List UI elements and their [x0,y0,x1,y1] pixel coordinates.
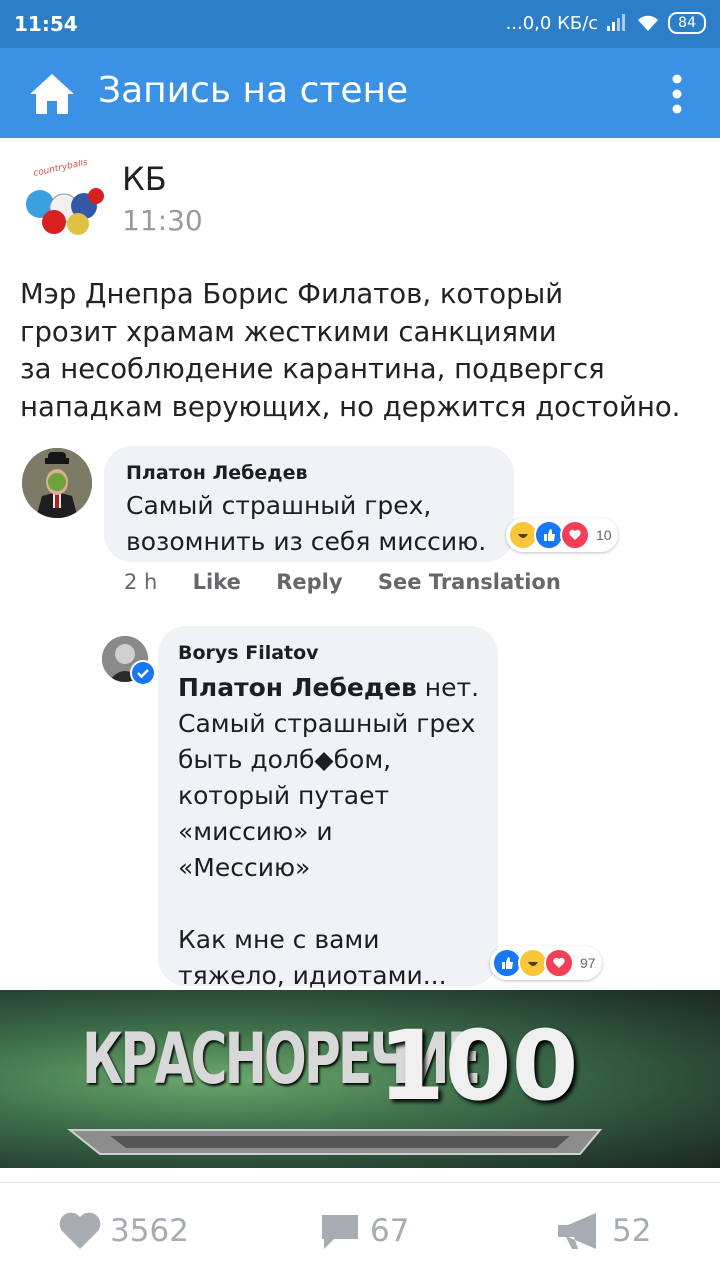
post-text: Мэр Днепра Борис Филатов, который грозит… [20,276,710,426]
status-icons: ...0,0 КБ/с 84 [506,12,706,34]
like-action[interactable]: 3562 [58,1211,189,1251]
reply-link[interactable]: Reply [276,570,342,594]
reply-text-line: Как мне с вами [178,925,380,954]
network-speed: ...0,0 КБ/с [505,12,599,34]
eloquence-banner: КРАСНОРЕЧИЕ 100 [0,990,720,1168]
man-with-apple-icon [22,448,92,518]
author-avatar[interactable]: countryballs [20,160,104,240]
app-toolbar: Запись на стене [0,48,720,138]
comment-text: Самый страшный грех, возомнить из себя м… [126,488,486,560]
post-footer: 3562 67 52 [0,1182,720,1281]
mention[interactable]: Платон Лебедев [178,673,417,702]
reply-reaction-count: 97 [580,955,596,971]
comment-icon [322,1215,358,1249]
reply-text-line: тяжело, идиотами... [178,961,447,990]
like-link[interactable]: Like [193,570,241,594]
reply-text-line [178,886,479,922]
comment-text-line: возомнить из себя миссию. [126,527,487,556]
love-icon [544,948,574,978]
reply-text-line: который путает [178,781,390,810]
battery-indicator: 84 [668,12,706,34]
comment-bubble: Платон Лебедев Самый страшный грех, возо… [104,446,514,562]
comment-count: 67 [370,1213,410,1249]
reply-text-line: «миссию» и [178,817,333,846]
comment-action[interactable]: 67 [318,1211,409,1251]
banner-number: 100 [378,1010,579,1122]
reply-text-rest: нет. [416,673,480,702]
post-text-line: грозит храмам жесткими санкциями [20,315,557,348]
commenter-avatar [22,448,92,518]
signal-icon [607,14,626,31]
wifi-icon [638,15,659,31]
replier-name[interactable]: Borys Filatov [178,642,319,664]
reply-text-line: Самый страшный грех [178,709,476,738]
verified-badge-icon [130,660,156,686]
comment-time: 2 h [124,570,158,594]
status-bar: 11:54 ...0,0 КБ/с 84 [0,0,720,48]
status-time: 11:54 [14,12,78,36]
see-translation-link[interactable]: See Translation [378,570,561,594]
home-icon[interactable] [28,72,76,116]
banner-frame-icon [67,1129,603,1155]
author-name[interactable]: КБ [122,160,167,198]
post-header: countryballs КБ 11:30 [20,160,700,250]
post-text-line: за несоблюдение карантина, подвергся [20,353,605,385]
like-count: 3562 [110,1213,189,1249]
commenter-name[interactable]: Платон Лебедев [126,462,308,484]
love-icon [560,520,590,550]
reply-text: Платон Лебедев нет. Самый страшный грех … [178,670,479,990]
reply-bubble: Borys Filatov Платон Лебедев нет. Самый … [158,626,498,990]
reaction-summary: 10 [506,518,618,552]
page-title: Запись на стене [98,70,409,111]
reply-text-line: быть долб◆бом, [178,745,392,774]
reply-text-line: «Мессию» [178,853,311,882]
post-text-line: нападкам верующих, но держится достойно. [20,390,681,423]
megaphone-icon [558,1213,596,1249]
repost-count: 52 [612,1213,652,1249]
reaction-count: 10 [596,527,612,543]
comment-actions: 2 h Like Reply See Translation [124,570,589,594]
more-options-icon[interactable] [672,74,682,114]
post-text-line: Мэр Днепра Борис Филатов, который [20,278,564,310]
reply-text-line: Платон Лебедев нет. [178,670,479,706]
comment-text-line: Самый страшный грех, [126,491,432,520]
reply-reaction-summary: 97 [490,946,602,980]
heart-icon [59,1212,101,1249]
attached-image[interactable]: Платон Лебедев Самый страшный грех, возо… [0,440,720,990]
post-time: 11:30 [122,204,203,237]
repost-action[interactable]: 52 [556,1211,651,1251]
